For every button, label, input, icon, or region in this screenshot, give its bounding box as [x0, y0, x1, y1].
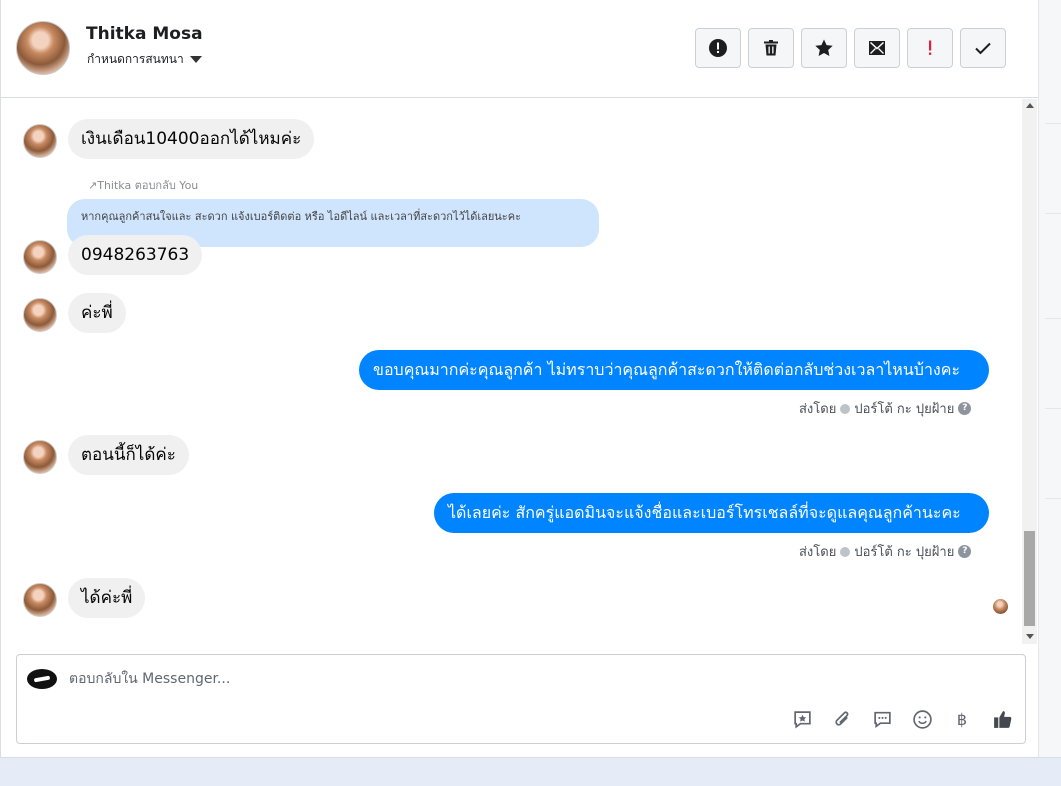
verified-icon: [840, 403, 851, 414]
contact-avatar-small: [23, 240, 57, 274]
alert-circle-icon: [709, 39, 727, 57]
checkmark-icon: [975, 42, 991, 55]
help-icon[interactable]: ?: [958, 402, 972, 415]
reply-note-text: Thitka ตอบกลับ You: [97, 179, 199, 192]
divider: [1045, 213, 1061, 214]
star-icon: [815, 39, 833, 56]
scroll-down-arrow[interactable]: [1026, 634, 1034, 639]
sender-name: ปอร์โต้ กะ ปุยฝ้าย: [854, 545, 955, 560]
scroll-up-arrow[interactable]: [1026, 103, 1034, 108]
composer-tools: ฿: [791, 708, 1013, 730]
delete-button[interactable]: [748, 28, 794, 68]
help-icon[interactable]: ?: [958, 545, 972, 558]
divider: [1045, 408, 1061, 409]
contact-avatar-small: [23, 298, 57, 332]
envelope-icon: [869, 41, 885, 55]
chevron-down-icon: [189, 56, 202, 63]
star-button[interactable]: [801, 28, 847, 68]
sender-name: ปอร์โต้ กะ ปุยฝ้าย: [854, 402, 955, 417]
sent-by-info: ส่งโดย ปอร์โต้ กะ ปุยฝ้าย ?: [799, 541, 972, 562]
outgoing-message[interactable]: ได้เลยค่ะ สักครู่แอดมินจะแจ้งชื่อและเบอร…: [434, 493, 989, 533]
mark-done-button[interactable]: [960, 28, 1006, 68]
footer-strip: [0, 757, 1061, 786]
conversation-panel: Thitka Mosa กำหนดการสนทนา เงินเดือน10400…: [0, 0, 1039, 757]
move-to-inbox-button[interactable]: [854, 28, 900, 68]
mark-spam-button[interactable]: [695, 28, 741, 68]
page-logo: [27, 669, 57, 689]
incoming-message[interactable]: ค่ะพี่: [68, 293, 126, 333]
outgoing-message[interactable]: ขอบคุณมากค่ะคุณลูกค้า ไม่ทราบว่าคุณลูกค้…: [359, 350, 989, 390]
like-icon[interactable]: [991, 708, 1013, 730]
sent-by-label: ส่งโดย: [799, 545, 837, 560]
incoming-message[interactable]: 0948263763: [68, 235, 203, 275]
contact-avatar[interactable]: [16, 21, 70, 75]
reply-note: ↗Thitka ตอบกลับ You: [88, 179, 199, 192]
scroll-thumb[interactable]: [1024, 531, 1035, 626]
follow-up-button[interactable]: [907, 28, 953, 68]
sent-by-label: ส่งโดย: [799, 402, 837, 417]
message-scrollbar[interactable]: [1022, 99, 1037, 644]
conversation-header: Thitka Mosa กำหนดการสนทนา: [1, 0, 1039, 98]
exclamation-icon: [929, 40, 932, 55]
sent-by-info: ส่งโดย ปอร์โต้ กะ ปุยฝ้าย ?: [799, 398, 972, 419]
action-toolbar: [695, 28, 1006, 68]
incoming-message[interactable]: ตอนนี้ก็ได้ค่ะ: [68, 435, 189, 475]
attachment-icon[interactable]: [831, 708, 853, 730]
divider: [1045, 498, 1061, 499]
contact-avatar-small: [23, 583, 57, 617]
contact-name[interactable]: Thitka Mosa: [86, 24, 203, 44]
currency-icon[interactable]: ฿: [951, 708, 973, 730]
saved-reply-icon[interactable]: [791, 708, 813, 730]
assign-label: กำหนดการสนทนา: [87, 52, 184, 66]
emoji-icon[interactable]: [911, 708, 933, 730]
divider: [1045, 318, 1061, 319]
side-column: [1038, 0, 1061, 757]
trash-icon: [764, 40, 778, 56]
message-list[interactable]: เงินเดือน10400ออกได้ไหมค่ะ ↗Thitka ตอบกล…: [1, 99, 1022, 644]
seen-receipt-avatar: [993, 599, 1008, 614]
divider: [1045, 123, 1061, 124]
reply-composer: ฿: [16, 654, 1026, 744]
assign-conversation-dropdown[interactable]: กำหนดการสนทนา: [87, 50, 202, 69]
verified-icon: [840, 546, 851, 557]
incoming-message[interactable]: เงินเดือน10400ออกได้ไหมค่ะ: [68, 119, 315, 159]
chat-icon[interactable]: [871, 708, 893, 730]
incoming-message[interactable]: ได้ค่ะพี่: [68, 578, 146, 618]
contact-avatar-small: [23, 124, 57, 158]
contact-avatar-small: [23, 440, 57, 474]
reply-input[interactable]: [69, 668, 769, 690]
